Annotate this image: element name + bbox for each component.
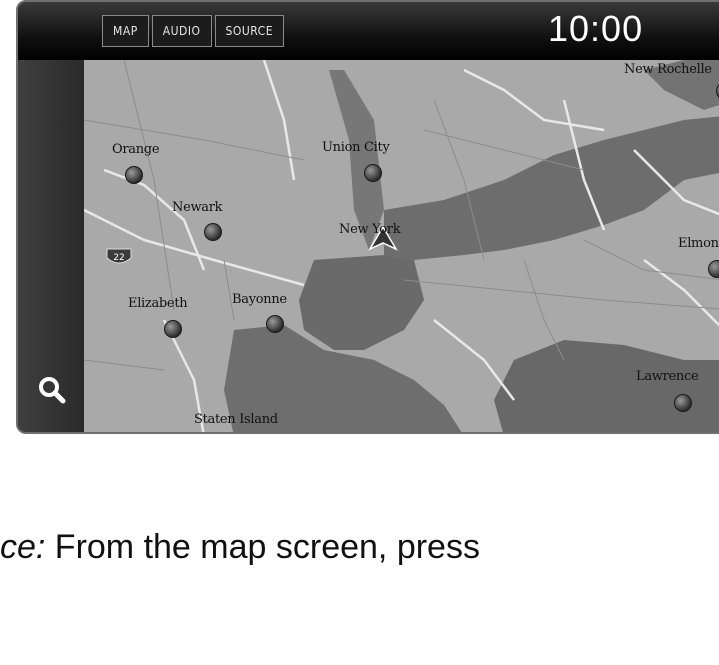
left-sidebar [18, 60, 84, 432]
east-river-water [384, 116, 719, 260]
route-shield-number: 22 [113, 253, 124, 263]
navigation-screen: MAP AUDIO SOURCE 10:00 Orange Union City… [16, 0, 719, 434]
label-new-rochelle: New Rochelle [624, 62, 712, 77]
label-lawrence: Lawrence [636, 369, 699, 384]
label-bayonne: Bayonne [232, 292, 287, 307]
tab-source[interactable]: SOURCE [214, 15, 285, 47]
upper-bay-water [299, 255, 424, 350]
caption-italic: ce: [0, 528, 46, 566]
label-new-york: New York [339, 222, 401, 237]
search-icon [39, 377, 66, 404]
jamaica-bay-water [494, 340, 719, 432]
caption-text: From the map screen, press [45, 528, 480, 566]
tab-audio[interactable]: AUDIO [151, 15, 212, 47]
pin-elmont[interactable] [708, 260, 719, 278]
label-newark: Newark [172, 200, 223, 215]
pin-union-city[interactable] [364, 164, 382, 182]
pin-lawrence[interactable] [674, 394, 692, 412]
pin-bayonne[interactable] [266, 315, 284, 333]
label-union-city: Union City [322, 140, 390, 155]
label-elizabeth: Elizabeth [128, 296, 188, 311]
map-graphics [84, 60, 719, 432]
label-elmont: Elmont [678, 236, 719, 251]
map-view[interactable]: Orange Union City Newark New York Elizab… [84, 60, 719, 432]
label-orange: Orange [112, 142, 160, 157]
tab-map[interactable]: MAP [102, 15, 149, 47]
top-tabs: MAP AUDIO SOURCE [102, 15, 285, 47]
pin-orange[interactable] [125, 166, 143, 184]
top-bar: MAP AUDIO SOURCE 10:00 [18, 2, 719, 60]
caption: ce: From the map screen, press [0, 528, 480, 567]
search-button[interactable] [36, 374, 68, 406]
route-shield-icon: 22 [106, 248, 132, 264]
pin-newark[interactable] [204, 223, 222, 241]
clock: 10:00 [548, 8, 644, 49]
pin-elizabeth[interactable] [164, 320, 182, 338]
label-staten-island: Staten Island [194, 412, 278, 427]
